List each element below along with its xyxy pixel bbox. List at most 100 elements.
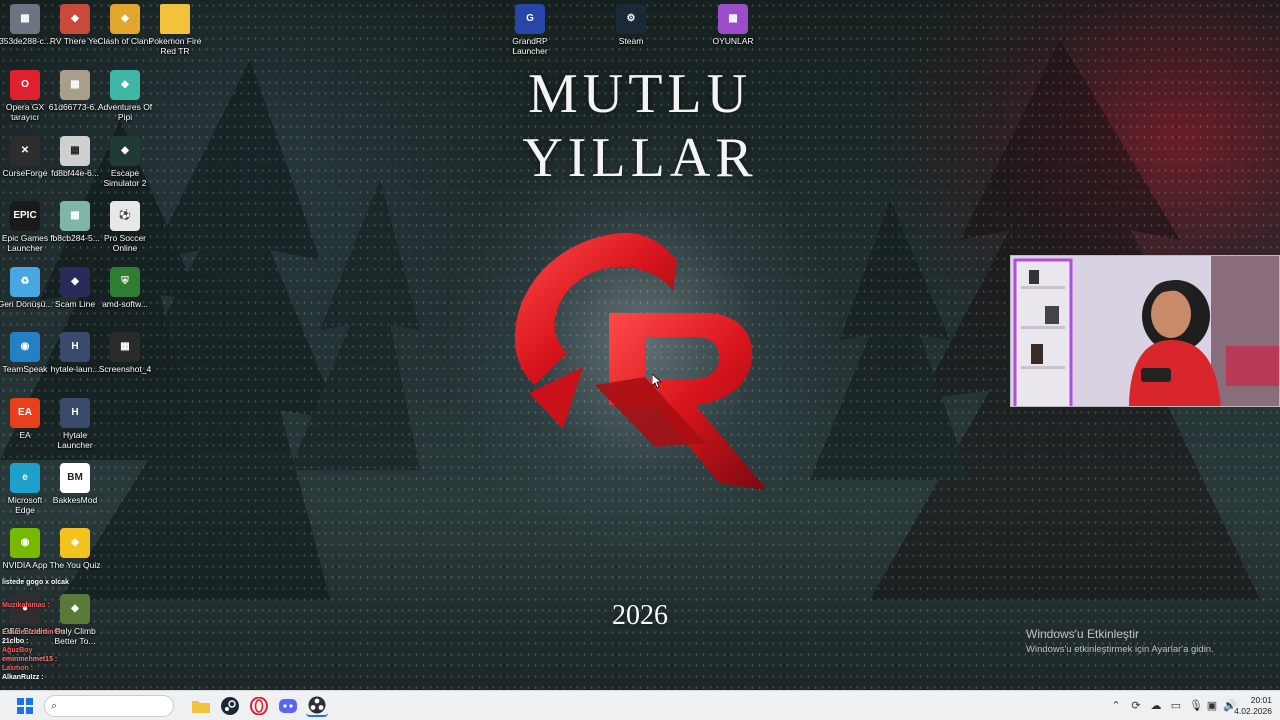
desktop-icon[interactable]: ♻ Geri Dönüşü...	[0, 267, 53, 309]
taskbar-start-button[interactable]	[14, 695, 36, 717]
clock-time: 20:01	[1250, 695, 1272, 705]
chat-line: Muzikafamas :	[2, 602, 50, 609]
opera-gx-icon	[250, 697, 268, 715]
game-icon: ◆	[110, 70, 140, 100]
game-icon: ◆	[110, 136, 140, 166]
desktop-icon-label: fd8bf44e-6...	[51, 168, 99, 178]
desktop-icon[interactable]: BM BakkesMod	[47, 463, 103, 505]
desktop-icon-label: OYUNLAR	[712, 36, 754, 46]
webcam-scene	[1011, 256, 1279, 406]
game-icon: ◆	[60, 4, 90, 34]
desktop-icon-label: fb8cb284-5...	[50, 233, 100, 243]
desktop-icon-label: Escape Simulator 2	[103, 168, 147, 188]
desktop-icon[interactable]: ⛨ amd-softw...	[97, 267, 153, 309]
steam-icon: ⚙	[616, 4, 646, 34]
taskbar-opera-gx[interactable]	[248, 695, 270, 717]
taskbar-search[interactable]: ⌕	[44, 695, 174, 717]
games-folder-icon: ▩	[718, 4, 748, 34]
desktop-icon-label: Pokemon Fire Red TR	[148, 36, 202, 56]
desktop-icon[interactable]: EA EA	[0, 398, 53, 440]
desktop-icon[interactable]: ✕ CurseForge	[0, 136, 53, 178]
soccer-ball-icon: ⚽	[110, 201, 140, 231]
desktop-icon[interactable]: Hhytale-laun...	[47, 332, 103, 374]
desktop-icon[interactable]: G GrandRP Launcher	[502, 4, 558, 56]
desktop-icon[interactable]: ▦ Screenshot_4	[97, 332, 153, 374]
folder-icon	[192, 701, 210, 713]
desktop-icon[interactable]: ▦ 61d66773-6...	[47, 70, 103, 112]
desktop-icon[interactable]: ◆ Clash of Clans	[97, 4, 153, 46]
desktop-icon-label: Opera GX tarayıcı	[5, 102, 45, 122]
steam-icon	[221, 697, 239, 715]
desktop-icon-label: Pro Soccer Online	[103, 233, 147, 253]
tray-monitor-icon[interactable]: ▣	[1204, 697, 1220, 713]
desktop-icon-label: Hytale Launcher	[57, 430, 93, 450]
image-file-icon: ▦	[10, 4, 40, 34]
desktop-icon-label: GrandRP Launcher	[512, 36, 548, 56]
taskbar-clock[interactable]: 20:01 4.02.2026	[1234, 695, 1272, 717]
game-icon: ◆	[110, 4, 140, 34]
opera-gx-icon: O	[10, 70, 40, 100]
desktop-icon[interactable]: ⚽ Pro Soccer Online	[97, 201, 153, 253]
game-icon: ◆	[60, 267, 90, 297]
desktop-icon[interactable]: ◆ RV There Yet	[47, 4, 103, 46]
desktop-icon-label: Microsoft Edge	[7, 495, 43, 515]
edge-icon: e	[10, 463, 40, 493]
windows-logo-icon	[17, 698, 33, 714]
windows-activation-watermark: Windows'u Etkinleştir Windows'u etkinleş…	[1026, 627, 1214, 655]
desktop-icon[interactable]: H Hytale Launcher	[47, 398, 103, 450]
desktop-icon[interactable]: ◆ Adventures Of Pipi	[97, 70, 153, 122]
desktop-icon[interactable]: ◆ Scam Line	[47, 267, 103, 309]
desktop-icon-label: 353de288-c...	[0, 36, 51, 46]
desktop-icon[interactable]: O Opera GX tarayıcı	[0, 70, 53, 122]
desktop-icon-label: Scam Line	[54, 299, 96, 309]
desktop-icon-label: BakkesMod	[52, 495, 98, 505]
wallpaper-headline: MUTLU YILLAR	[522, 63, 758, 189]
tray-cloud-icon[interactable]: ☁	[1148, 697, 1164, 713]
desktop-icon[interactable]: ▦ fb8cb284-5...	[47, 201, 103, 243]
hytale-icon: H	[60, 398, 90, 428]
desktop-icon[interactable]: ◉ NVIDIA App	[0, 528, 53, 570]
desktop-icon-label: Epic Games Launcher	[1, 233, 49, 253]
search-icon: ⌕	[51, 699, 58, 712]
chat-line: 21clbo :	[2, 638, 29, 645]
tray-chevron-up-icon[interactable]: ⌃	[1108, 697, 1124, 713]
desktop-icon-label: hytale-laun...	[50, 364, 100, 374]
mouse-cursor-icon	[652, 374, 662, 388]
taskbar-file-explorer[interactable]	[190, 695, 212, 717]
desktop-icon-label: Geri Dönüşü...	[0, 299, 53, 309]
image-file-icon: ▦	[60, 136, 90, 166]
tray-display-icon[interactable]: ▭	[1168, 697, 1184, 713]
desktop-icon-label: EA	[19, 430, 31, 440]
desktop-icon[interactable]: ▩ OYUNLAR	[705, 4, 761, 46]
desktop-icon[interactable]: ◆ The You Quiz	[47, 528, 103, 570]
nvidia-icon: ◉	[10, 528, 40, 558]
desktop-icon[interactable]: EPIC Epic Games Launcher	[0, 201, 53, 253]
desktop-icon[interactable]: ⚙ Steam	[603, 4, 659, 46]
wallpaper-logo	[514, 232, 767, 490]
taskbar-steam[interactable]	[219, 695, 241, 717]
taskbar-discord[interactable]	[277, 695, 299, 717]
desktop-icon-label: Clash of Clans	[97, 36, 153, 46]
desktop-icon-label: Adventures Of Pipi	[97, 102, 153, 122]
desktop-icon[interactable]: ▦ fd8bf44e-6...	[47, 136, 103, 178]
desktop-icon[interactable]: ▦ 353de288-c...	[0, 4, 53, 46]
tray-microphone-icon[interactable]: 🎙	[1188, 697, 1204, 713]
chat-line: listede gogo x olcak	[2, 579, 69, 586]
desktop-icon[interactable]: Pokemon Fire Red TR	[147, 4, 203, 56]
tray-sync-icon[interactable]: ⟳	[1128, 697, 1144, 713]
desktop-icon-label: Screenshot_4	[98, 364, 152, 374]
chat-line: Eskidenizlerdin Bu	[2, 629, 65, 636]
curseforge-icon: ✕	[10, 136, 40, 166]
desktop-icon-label: Steam	[618, 36, 644, 46]
chat-line: AlkanRuIzz :	[2, 674, 44, 681]
desktop-icon[interactable]: ◆ Escape Simulator 2	[97, 136, 153, 188]
image-file-icon: ▦	[110, 332, 140, 362]
taskbar-obs[interactable]	[306, 695, 328, 717]
desktop-icon[interactable]: e Microsoft Edge	[0, 463, 53, 515]
teamspeak-icon: ◉	[10, 332, 40, 362]
desktop-icon-label: 61d66773-6...	[48, 102, 102, 112]
hytale-icon: H	[60, 332, 90, 362]
desktop-icon-label: amd-softw...	[102, 299, 148, 309]
chat-line: Lasmon :	[2, 665, 34, 672]
desktop-icon[interactable]: ◉ TeamSpeak	[0, 332, 53, 374]
